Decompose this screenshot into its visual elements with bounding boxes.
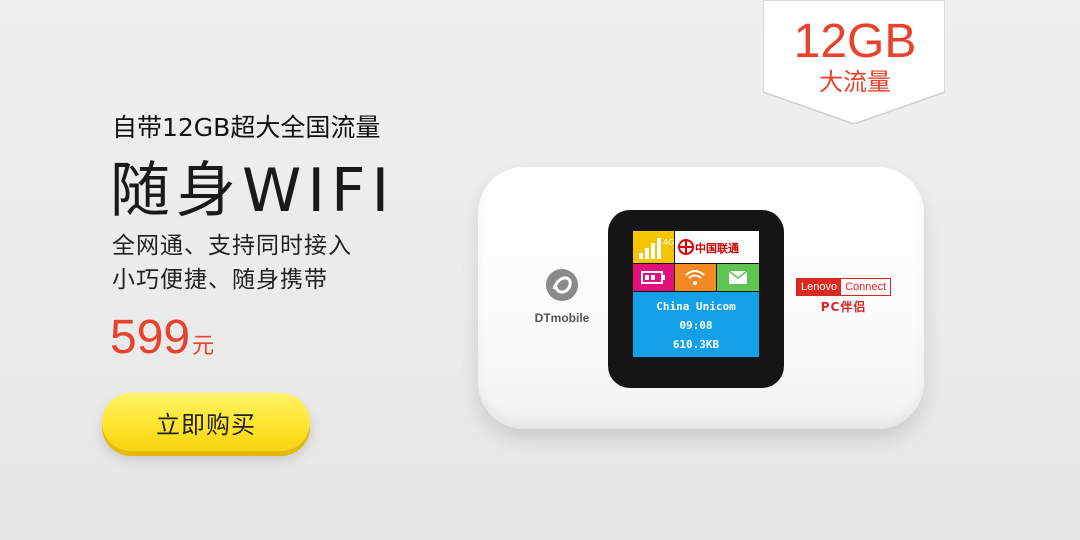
price-unit: 元 [192,334,215,359]
battery-tile [633,264,674,291]
wifi-icon [685,270,705,285]
device-screen-bezel: 4G 中国联通 China Unicom 09:08 610.3KB [608,210,784,388]
dtmobile-logo-icon [546,269,578,301]
status-panel: China Unicom 09:08 610.3KB [633,292,759,357]
carrier-name: 中国联通 [695,242,739,255]
headline-title: 随身WIFI [110,156,396,226]
feature-line-1: 全网通、支持同时接入 [112,233,352,259]
wifi-tile [675,264,716,291]
dtmobile-logo: DTmobile [512,267,612,325]
signal-bars-icon: 4G [639,238,674,259]
battery-icon [641,271,665,284]
lenovo-label: Lenovo [797,279,842,295]
feature-line-2: 小巧便捷、随身携带 [112,267,328,293]
price-value: 599 [110,311,191,364]
lenovo-connect-logo: Lenovo Connect PC伴侣 [796,278,892,315]
pc-partner-label: PC伴侣 [820,300,867,314]
price: 599元 [110,310,214,365]
device-screen: 4G 中国联通 China Unicom 09:08 610.3KB [633,231,759,357]
unicom-logo-icon [678,239,694,255]
dtmobile-label: DTmobile [534,311,590,325]
envelope-icon [728,270,748,284]
headline-subtitle: 自带12GB超大全国流量 [112,113,381,142]
network-name: China Unicom [656,300,736,313]
wifi-device-image: DTmobile 4G 中国联通 China Unicom 09:08 610.… [478,167,924,429]
screen-time: 09:08 [679,319,713,332]
buy-now-button[interactable]: 立即购买 [102,393,310,451]
badge-data-amount: 12GB [793,15,917,68]
connect-label: Connect [845,281,887,293]
signal-tile: 4G [633,231,674,263]
svg-text:4G: 4G [663,238,674,247]
message-tile [717,264,759,291]
carrier-tile: 中国联通 [675,231,759,263]
badge-data-label: 大流量 [819,68,891,96]
data-usage: 610.3KB [672,338,720,351]
